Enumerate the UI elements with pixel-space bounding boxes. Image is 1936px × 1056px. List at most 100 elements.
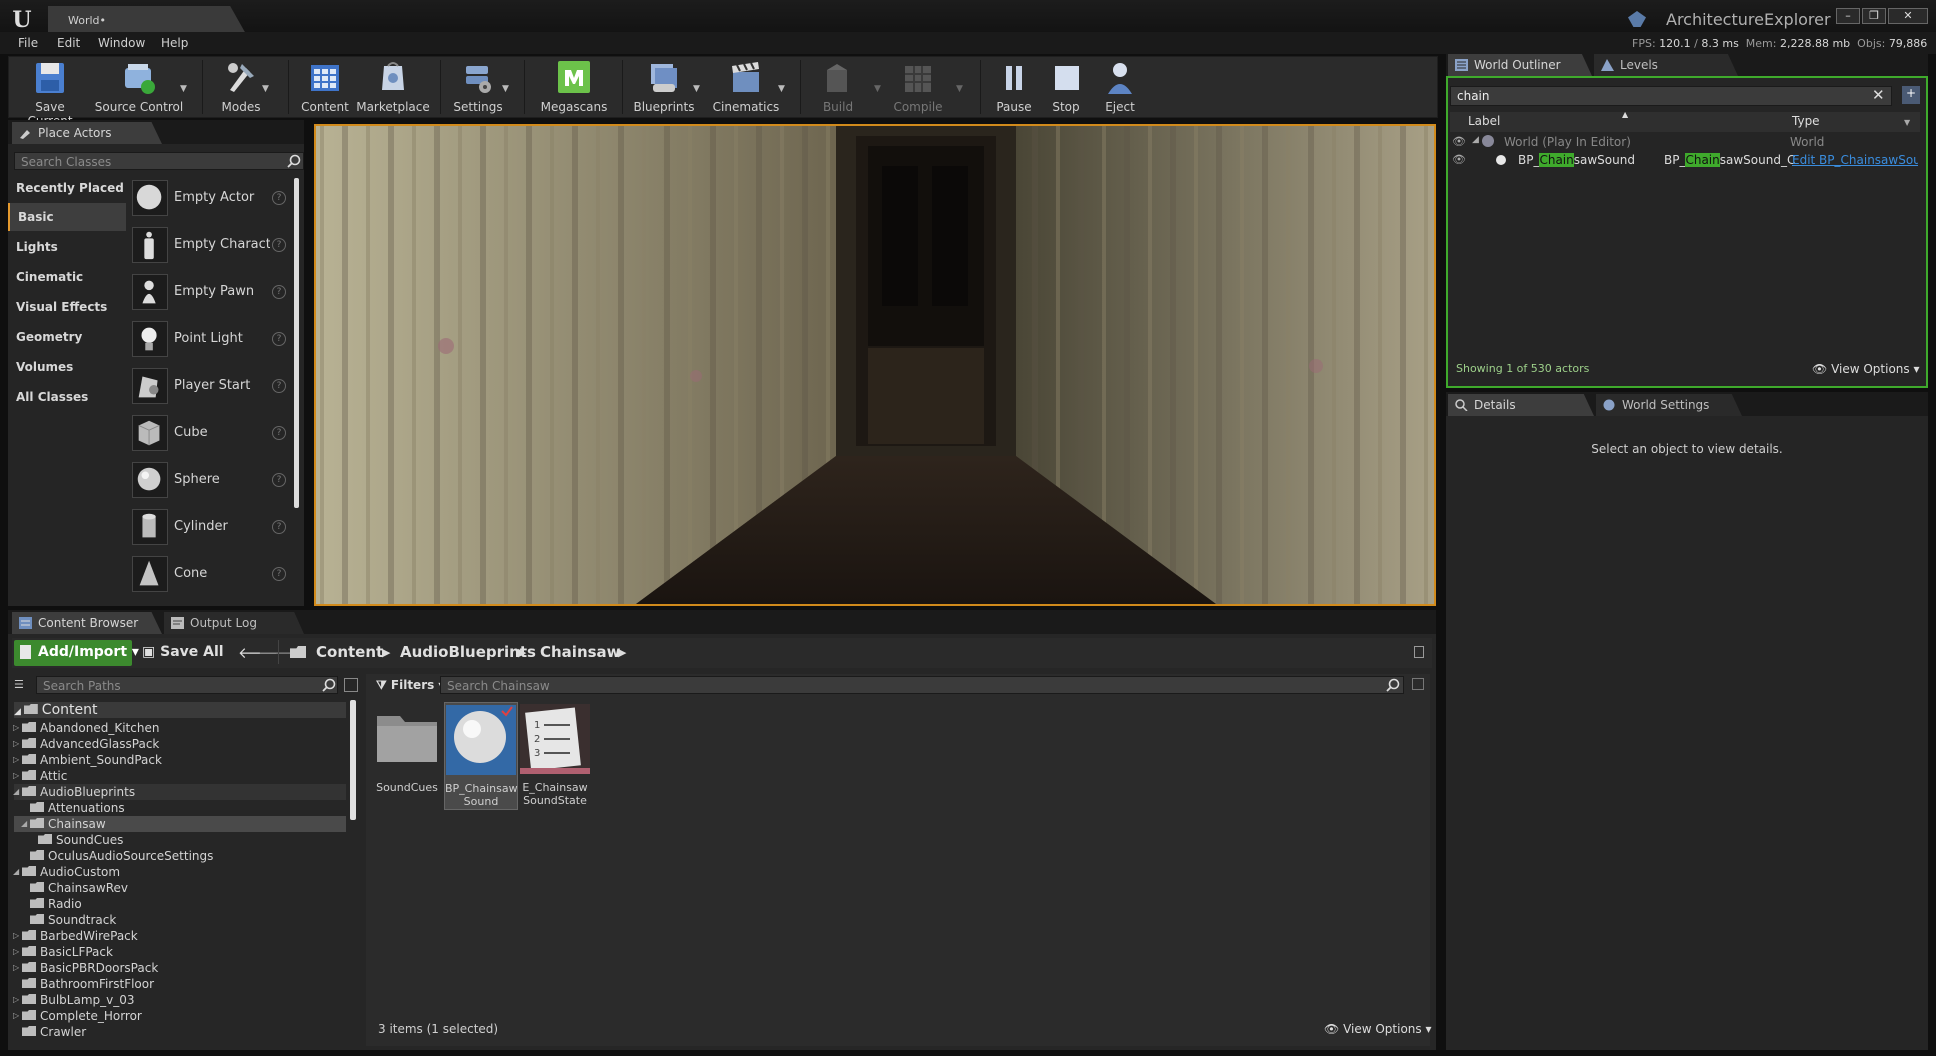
category-recently-placed[interactable]: Recently Placed xyxy=(8,174,126,202)
actor-empty-character[interactable]: Empty Characte ? xyxy=(132,223,292,267)
tab-output-log[interactable]: Output Log xyxy=(164,612,304,634)
build-button[interactable]: Build xyxy=(808,58,868,116)
search-icon[interactable] xyxy=(287,154,301,168)
expand-arrow-icon[interactable]: ▷ xyxy=(13,995,19,1004)
breadcrumb-separator-icon[interactable]: ▶ xyxy=(382,646,390,659)
category-visual-effects[interactable]: Visual Effects xyxy=(8,293,126,321)
tree-item-barbedwirepack[interactable]: ▷ BarbedWirePack xyxy=(13,928,346,944)
category-lights[interactable]: Lights xyxy=(8,233,126,261)
tree-item-oculusaudiosourcesettings[interactable]: OculusAudioSourceSettings xyxy=(14,848,346,864)
search-icon[interactable] xyxy=(322,678,336,692)
settings-dropdown-icon[interactable]: ▼ xyxy=(502,84,509,94)
source-control-button[interactable]: Source Control xyxy=(94,58,184,116)
help-icon[interactable]: ? xyxy=(272,379,286,393)
tree-item-basicpbrdoorspack[interactable]: ▷ BasicPBRDoorsPack xyxy=(13,960,346,976)
tab-content-browser[interactable]: Content Browser xyxy=(12,612,162,634)
asset-e-chainsaw-soundstate[interactable]: 1 2 3 E_Chainsaw SoundState xyxy=(518,702,592,810)
tab-world-outliner[interactable]: World Outliner xyxy=(1448,54,1592,76)
collapse-arrow-icon[interactable]: ◢ xyxy=(1472,135,1479,145)
tree-item-chainsawrev[interactable]: ChainsawRev xyxy=(14,880,346,896)
actor-point-light[interactable]: Point Light ? xyxy=(132,317,292,361)
breadcrumb-chainsaw[interactable]: Chainsaw xyxy=(540,643,621,661)
tab-levels[interactable]: Levels xyxy=(1594,54,1738,76)
tab-details[interactable]: Details xyxy=(1448,394,1594,416)
tree-item-abandoned-kitchen[interactable]: ▷ Abandoned_Kitchen xyxy=(13,720,346,736)
category-basic[interactable]: Basic xyxy=(8,203,126,231)
tree-item-attic[interactable]: ▷ Attic xyxy=(13,768,346,784)
lock-icon[interactable] xyxy=(1414,646,1424,658)
help-icon[interactable]: ? xyxy=(272,426,286,440)
save-search-icon[interactable] xyxy=(1412,678,1424,690)
document-tab[interactable]: World• xyxy=(48,6,246,34)
actor-player-start[interactable]: Player Start ? xyxy=(132,364,292,408)
column-options-icon[interactable]: ▼ xyxy=(1904,118,1910,127)
breadcrumb-audioblueprints[interactable]: AudioBlueprints xyxy=(400,643,536,661)
tree-item-attenuations[interactable]: Attenuations xyxy=(14,800,346,816)
save-all-button[interactable]: ▣ Save All xyxy=(142,644,224,660)
eye-icon[interactable]: 👁 xyxy=(1452,153,1466,166)
megascans-button[interactable]: Megascans xyxy=(536,58,612,116)
actor-cylinder[interactable]: Cylinder ? xyxy=(132,505,292,549)
outliner-row-bp-chainsaw-sound[interactable]: 👁 BP_ChainsawSound BP_ChainsawSound_C Ed… xyxy=(1452,152,1918,170)
path-view-options-icon[interactable] xyxy=(344,678,358,692)
minimize-button[interactable]: – xyxy=(1836,8,1860,24)
collapse-arrow-icon[interactable]: ◢ xyxy=(21,819,27,828)
tree-item-soundtrack[interactable]: Soundtrack xyxy=(14,912,346,928)
tree-root-content[interactable]: ◢ Content xyxy=(14,702,97,718)
actor-empty-pawn[interactable]: Empty Pawn ? xyxy=(132,270,292,314)
tab-place-actors[interactable]: Place Actors xyxy=(12,122,162,144)
expand-arrow-icon[interactable]: ▷ xyxy=(13,947,19,956)
pause-button[interactable]: Pause xyxy=(990,58,1038,116)
add-import-button[interactable]: Add/Import ▾ xyxy=(14,640,139,666)
place-actors-scrollbar[interactable] xyxy=(294,178,299,508)
search-assets-input[interactable]: Search Chainsaw xyxy=(440,676,1404,694)
outliner-row-world[interactable]: 👁 ◢ World (Play In Editor) World xyxy=(1452,134,1918,152)
stop-button[interactable]: Stop xyxy=(1042,58,1090,116)
settings-button[interactable]: Settings xyxy=(448,58,508,116)
asset-view-options-button[interactable]: 👁 View Options ▾ xyxy=(1324,1022,1432,1036)
help-icon[interactable]: ? xyxy=(272,238,286,252)
search-icon[interactable] xyxy=(1386,678,1400,692)
help-icon[interactable]: ? xyxy=(272,191,286,205)
filters-button[interactable]: ⧩ Filters ▾ xyxy=(376,678,444,693)
close-window-button[interactable]: ✕ xyxy=(1888,8,1928,24)
folder-tree-scrollbar[interactable] xyxy=(350,700,356,820)
menu-help[interactable]: Help xyxy=(161,36,188,50)
collapse-arrow-icon[interactable]: ◢ xyxy=(13,787,19,796)
add-filter-icon[interactable]: + xyxy=(1902,86,1920,104)
asset-folder-soundcues[interactable]: SoundCues xyxy=(370,702,444,810)
actor-sphere[interactable]: Sphere ? xyxy=(132,458,292,502)
outliner-view-options-button[interactable]: 👁 View Options ▾ xyxy=(1812,362,1920,376)
search-paths-input[interactable]: Search Paths xyxy=(36,676,338,694)
category-volumes[interactable]: Volumes xyxy=(8,353,126,381)
cinematics-button[interactable]: Cinematics xyxy=(708,58,784,116)
tree-item-radio[interactable]: Radio xyxy=(14,896,346,912)
tree-item-audioblueprints[interactable]: ◢ AudioBlueprints xyxy=(13,784,346,800)
actor-cube[interactable]: Cube ? xyxy=(132,411,292,455)
expand-arrow-icon[interactable]: ▷ xyxy=(13,739,19,748)
tree-item-soundcues[interactable]: SoundCues xyxy=(14,832,346,848)
outliner-search-input[interactable]: chain xyxy=(1450,86,1892,106)
source-control-dropdown-icon[interactable]: ▼ xyxy=(180,84,187,94)
clear-search-icon[interactable]: ✕ xyxy=(1872,86,1885,104)
column-label-header[interactable]: Label xyxy=(1468,114,1500,128)
tree-item-complete-horror[interactable]: ▷ Complete_Horror xyxy=(13,1008,346,1024)
help-icon[interactable]: ? xyxy=(272,473,286,487)
menu-edit[interactable]: Edit xyxy=(57,36,80,50)
category-all-classes[interactable]: All Classes xyxy=(8,383,126,411)
breadcrumb-content[interactable]: Content xyxy=(316,643,383,661)
tree-item-advancedglasspack[interactable]: ▷ AdvancedGlassPack xyxy=(13,736,346,752)
tab-world-settings[interactable]: World Settings xyxy=(1596,394,1742,416)
save-current-button[interactable]: Save Current xyxy=(12,58,88,128)
expand-arrow-icon[interactable]: ▷ xyxy=(13,931,19,940)
expand-arrow-icon[interactable]: ▷ xyxy=(13,963,19,972)
breadcrumb-separator-icon[interactable]: ▶ xyxy=(618,646,626,659)
build-dropdown-icon[interactable]: ▼ xyxy=(874,84,881,94)
expand-arrow-icon[interactable]: ▷ xyxy=(13,723,19,732)
blueprints-dropdown-icon[interactable]: ▼ xyxy=(693,84,700,94)
expand-arrow-icon[interactable]: ▷ xyxy=(13,771,19,780)
compile-dropdown-icon[interactable]: ▼ xyxy=(956,84,963,94)
tree-item-chainsaw[interactable]: ◢ Chainsaw xyxy=(14,816,346,832)
expand-arrow-icon[interactable]: ▷ xyxy=(13,755,19,764)
breadcrumb-separator-icon[interactable]: ▶ xyxy=(518,646,526,659)
